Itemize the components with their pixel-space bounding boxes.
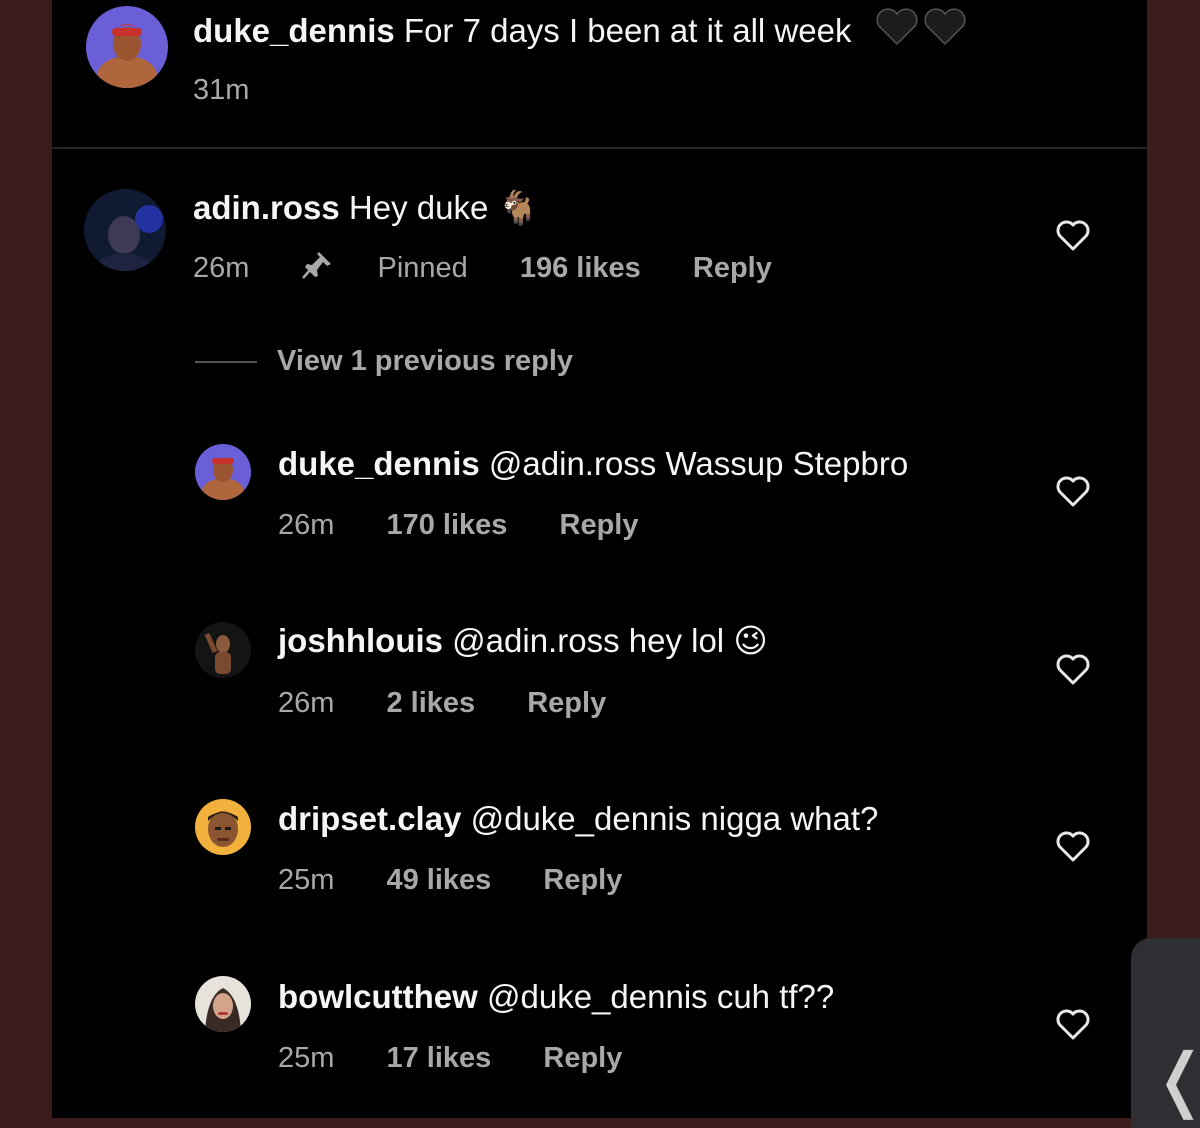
avatar[interactable] <box>86 6 168 88</box>
avatar[interactable] <box>195 622 251 678</box>
likes-count[interactable]: 17 likes <box>386 1042 491 1074</box>
reply-time: 25m <box>278 864 335 896</box>
reply-button[interactable]: Reply <box>693 252 772 284</box>
reply-button[interactable]: Reply <box>543 864 622 896</box>
avatar[interactable] <box>84 189 166 271</box>
thread-line <box>195 361 257 364</box>
avatar[interactable] <box>195 444 251 500</box>
reply-meta: 25m 17 likes Reply <box>278 1040 666 1076</box>
caption-body: For 7 days I been at it all week <box>403 12 852 49</box>
pin-icon <box>301 250 333 289</box>
comment-time: 26m <box>193 252 250 284</box>
avatar[interactable] <box>195 799 251 855</box>
reply-button[interactable]: Reply <box>543 1042 622 1074</box>
pinned-label: Pinned <box>301 252 475 284</box>
like-heart-icon[interactable] <box>1056 654 1090 686</box>
caption-username[interactable]: duke_dennis <box>193 12 395 49</box>
comment-text: adin.ross Hey duke 🐐 <box>193 188 539 228</box>
view-previous-replies-button[interactable]: View 1 previous reply <box>195 345 573 378</box>
reply-time: 26m <box>278 687 335 719</box>
reply-text: joshhlouis @adin.ross hey lol 😉 <box>278 621 768 661</box>
comment-username[interactable]: adin.ross <box>193 189 340 226</box>
reply-username[interactable]: bowlcutthew <box>278 978 478 1015</box>
reply-meta: 26m 2 likes Reply <box>278 685 650 721</box>
reply-meta: 25m 49 likes Reply <box>278 862 666 898</box>
reply-meta: 26m 170 likes Reply <box>278 507 682 543</box>
reply-text: duke_dennis @adin.ross Wassup Stepbro <box>278 444 908 484</box>
avatar[interactable] <box>195 976 251 1032</box>
comments-panel: duke_dennis For 7 days I been at it all … <box>52 0 1147 1118</box>
reply-username[interactable]: duke_dennis <box>278 445 480 482</box>
like-heart-icon[interactable] <box>1056 476 1090 508</box>
goat-emoji-icon: 🐐 <box>497 189 539 226</box>
comment-meta: 26m Pinned 196 likes Reply <box>193 250 816 289</box>
reply-text: dripset.clay @duke_dennis nigga what? <box>278 799 878 839</box>
divider <box>52 147 1147 149</box>
caption-text: duke_dennis For 7 days I been at it all … <box>193 8 967 57</box>
reply-username[interactable]: dripset.clay <box>278 800 461 837</box>
reply-body: @adin.ross hey lol <box>452 622 725 659</box>
post-caption: duke_dennis For 7 days I been at it all … <box>52 0 1147 148</box>
like-heart-icon[interactable] <box>1056 1009 1090 1041</box>
likes-count[interactable]: 49 likes <box>386 864 491 896</box>
chevron-left-icon[interactable]: ❬ <box>1151 1038 1200 1120</box>
caption-meta: 31m <box>193 72 293 108</box>
reply-time: 26m <box>278 509 335 541</box>
reply-text: bowlcutthew @duke_dennis cuh tf?? <box>278 977 834 1017</box>
caption-time: 31m <box>193 74 250 106</box>
reply-time: 25m <box>278 1042 335 1074</box>
reply-body: @duke_dennis nigga what? <box>470 800 879 837</box>
like-heart-icon[interactable] <box>1056 831 1090 863</box>
reply-button[interactable]: Reply <box>560 509 639 541</box>
winking-face-emoji-icon: 😉 <box>733 622 768 659</box>
reply-body: @duke_dennis cuh tf?? <box>487 978 835 1015</box>
comment-body: Hey duke <box>348 189 489 226</box>
reply-body: @adin.ross Wassup Stepbro <box>488 445 909 482</box>
like-heart-icon[interactable] <box>1056 220 1090 252</box>
black-heart-emoji-icon <box>875 8 967 57</box>
likes-count[interactable]: 196 likes <box>520 252 641 284</box>
reply-button[interactable]: Reply <box>527 687 606 719</box>
likes-count[interactable]: 2 likes <box>386 687 475 719</box>
side-drawer-tab[interactable]: ❬ <box>1131 938 1200 1128</box>
reply-username[interactable]: joshhlouis <box>278 622 443 659</box>
likes-count[interactable]: 170 likes <box>386 509 507 541</box>
